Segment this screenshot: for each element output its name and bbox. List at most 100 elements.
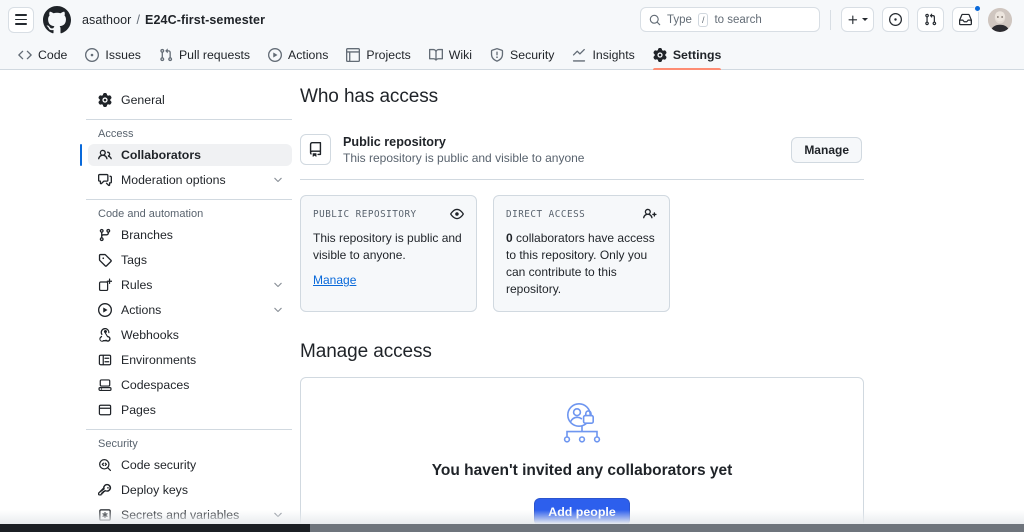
codespaces-icon: [98, 379, 112, 392]
secret-icon: [99, 509, 111, 521]
global-header: asathoor / E24C-first-semester Type / to…: [0, 0, 1024, 40]
sidebar-item-collaborators[interactable]: Collaborators: [80, 144, 292, 166]
sidebar-item-label: Secrets and variables: [121, 508, 240, 522]
tab-label: Settings: [672, 47, 722, 62]
search-placeholder-suffix: to search: [714, 13, 762, 26]
add-people-button[interactable]: Add people: [534, 498, 630, 526]
tab-label: Issues: [105, 47, 141, 62]
sidebar-item-label: Rules: [121, 278, 153, 292]
manage-access-title: Manage access: [300, 341, 432, 362]
sidebar-item-label: Moderation options: [121, 173, 226, 187]
table-icon: [346, 47, 361, 62]
hamburger-icon[interactable]: [8, 6, 34, 33]
sidebar-divider: [86, 429, 292, 430]
sidebar-item-label: General: [121, 93, 165, 107]
card-header: PUBLIC REPOSITORY: [313, 207, 464, 221]
search-slash-key: /: [697, 12, 709, 27]
system-taskbar: [0, 524, 1024, 532]
sidebar-group-title-access: Access: [98, 128, 134, 140]
browser-icon: [98, 404, 112, 416]
tab-issues[interactable]: Issues: [77, 40, 149, 69]
sidebar-item-label: Deploy keys: [121, 483, 188, 497]
chevron-down-icon: [274, 512, 282, 518]
header-actions: Type / to search: [640, 5, 1012, 32]
sidebar-item-secrets-and-variables[interactable]: Secrets and variables: [88, 504, 292, 526]
tab-label: Insights: [592, 47, 635, 62]
card-header: DIRECT ACCESS: [506, 207, 657, 221]
public-repository-card: PUBLIC REPOSITORY This repository is pub…: [300, 195, 477, 312]
tab-code[interactable]: Code: [10, 40, 75, 69]
sidebar-item-general[interactable]: General: [88, 89, 292, 111]
sidebar-item-tags[interactable]: Tags: [88, 249, 292, 271]
tag-icon: [98, 253, 112, 267]
tab-projects[interactable]: Projects: [338, 40, 418, 69]
issue-opened-icon: [889, 13, 902, 26]
sidebar-item-webhooks[interactable]: Webhooks: [88, 324, 292, 346]
card-manage-link[interactable]: Manage: [313, 273, 356, 287]
taskbar-segment: [310, 524, 1024, 532]
sidebar-item-label: Environments: [121, 353, 197, 367]
tab-label: Wiki: [448, 47, 473, 62]
direct-access-card: DIRECT ACCESS 0 collaborators have acces…: [493, 195, 670, 312]
sidebar-item-actions[interactable]: Actions: [88, 299, 292, 321]
sidebar-item-pages[interactable]: Pages: [88, 399, 292, 421]
search-input[interactable]: Type / to search: [640, 7, 820, 32]
code-icon: [18, 50, 32, 59]
tab-insights[interactable]: Insights: [564, 40, 642, 69]
breadcrumb: asathoor / E24C-first-semester: [82, 13, 265, 27]
repository-nav-tabs: Code Issues Pull requests Actions Projec…: [0, 40, 1024, 70]
github-logo-icon[interactable]: [43, 5, 71, 34]
tab-label: Security: [510, 47, 555, 62]
visibility-row: Public repository This repository is pub…: [300, 120, 864, 180]
tab-label: Actions: [288, 47, 329, 62]
breadcrumb-separator: /: [136, 12, 141, 27]
rules-icon: [98, 278, 112, 292]
gear-icon: [98, 93, 112, 107]
sidebar-item-label: Branches: [121, 228, 173, 242]
collaborators-empty-state: You haven't invited any collaborators ye…: [300, 377, 864, 532]
breadcrumb-repo[interactable]: E24C-first-semester: [145, 13, 265, 27]
tab-label: Pull requests: [178, 47, 251, 62]
card-body-text: collaborators have access to this reposi…: [506, 231, 655, 296]
card-body: 0 collaborators have access to this repo…: [506, 230, 657, 298]
plus-icon: [848, 15, 858, 24]
breadcrumb-owner[interactable]: asathoor: [82, 13, 131, 27]
chevron-down-icon: [274, 282, 282, 288]
sidebar-item-environments[interactable]: Environments: [88, 349, 292, 371]
server-icon: [98, 354, 112, 366]
play-icon: [268, 47, 283, 62]
visibility-texts: Public repository This repository is pub…: [343, 135, 584, 165]
collaborator-count: 0: [506, 231, 513, 245]
tab-settings[interactable]: Settings: [645, 40, 730, 70]
shield-icon: [490, 47, 504, 62]
play-icon: [98, 303, 112, 317]
issue-opened-icon: [85, 47, 100, 62]
sidebar-group-title-code-automation: Code and automation: [98, 208, 204, 220]
sidebar-item-code-security[interactable]: Code security: [88, 454, 292, 476]
empty-state-title: You haven't invited any collaborators ye…: [431, 462, 733, 479]
sidebar-item-branches[interactable]: Branches: [88, 224, 292, 246]
sidebar-item-deploy-keys[interactable]: Deploy keys: [88, 479, 292, 501]
tab-pull-requests[interactable]: Pull requests: [151, 40, 258, 69]
tab-label: Code: [38, 47, 68, 62]
avatar[interactable]: [988, 7, 1012, 32]
sidebar-item-label: Collaborators: [121, 148, 201, 162]
tab-security[interactable]: Security: [482, 40, 562, 69]
tab-wiki[interactable]: Wiki: [421, 40, 480, 69]
tab-actions[interactable]: Actions: [260, 40, 336, 69]
issues-activity-button[interactable]: [882, 7, 909, 32]
sidebar-item-moderation-options[interactable]: Moderation options: [88, 169, 292, 191]
sidebar-item-rules[interactable]: Rules: [88, 274, 292, 296]
sidebar-item-label: Codespaces: [121, 378, 190, 392]
notifications-button[interactable]: [952, 5, 981, 32]
people-icon: [98, 149, 112, 160]
chevron-down-icon: [274, 177, 282, 183]
manage-visibility-button[interactable]: Manage: [791, 136, 862, 163]
card-title: DIRECT ACCESS: [506, 208, 586, 220]
graph-icon: [573, 48, 586, 62]
github-repository-settings-page: asathoor / E24C-first-semester Type / to…: [0, 0, 1024, 532]
key-icon: [98, 483, 112, 496]
create-new-button[interactable]: [841, 7, 874, 32]
pull-requests-button[interactable]: [917, 7, 944, 32]
sidebar-item-codespaces[interactable]: Codespaces: [88, 374, 292, 396]
